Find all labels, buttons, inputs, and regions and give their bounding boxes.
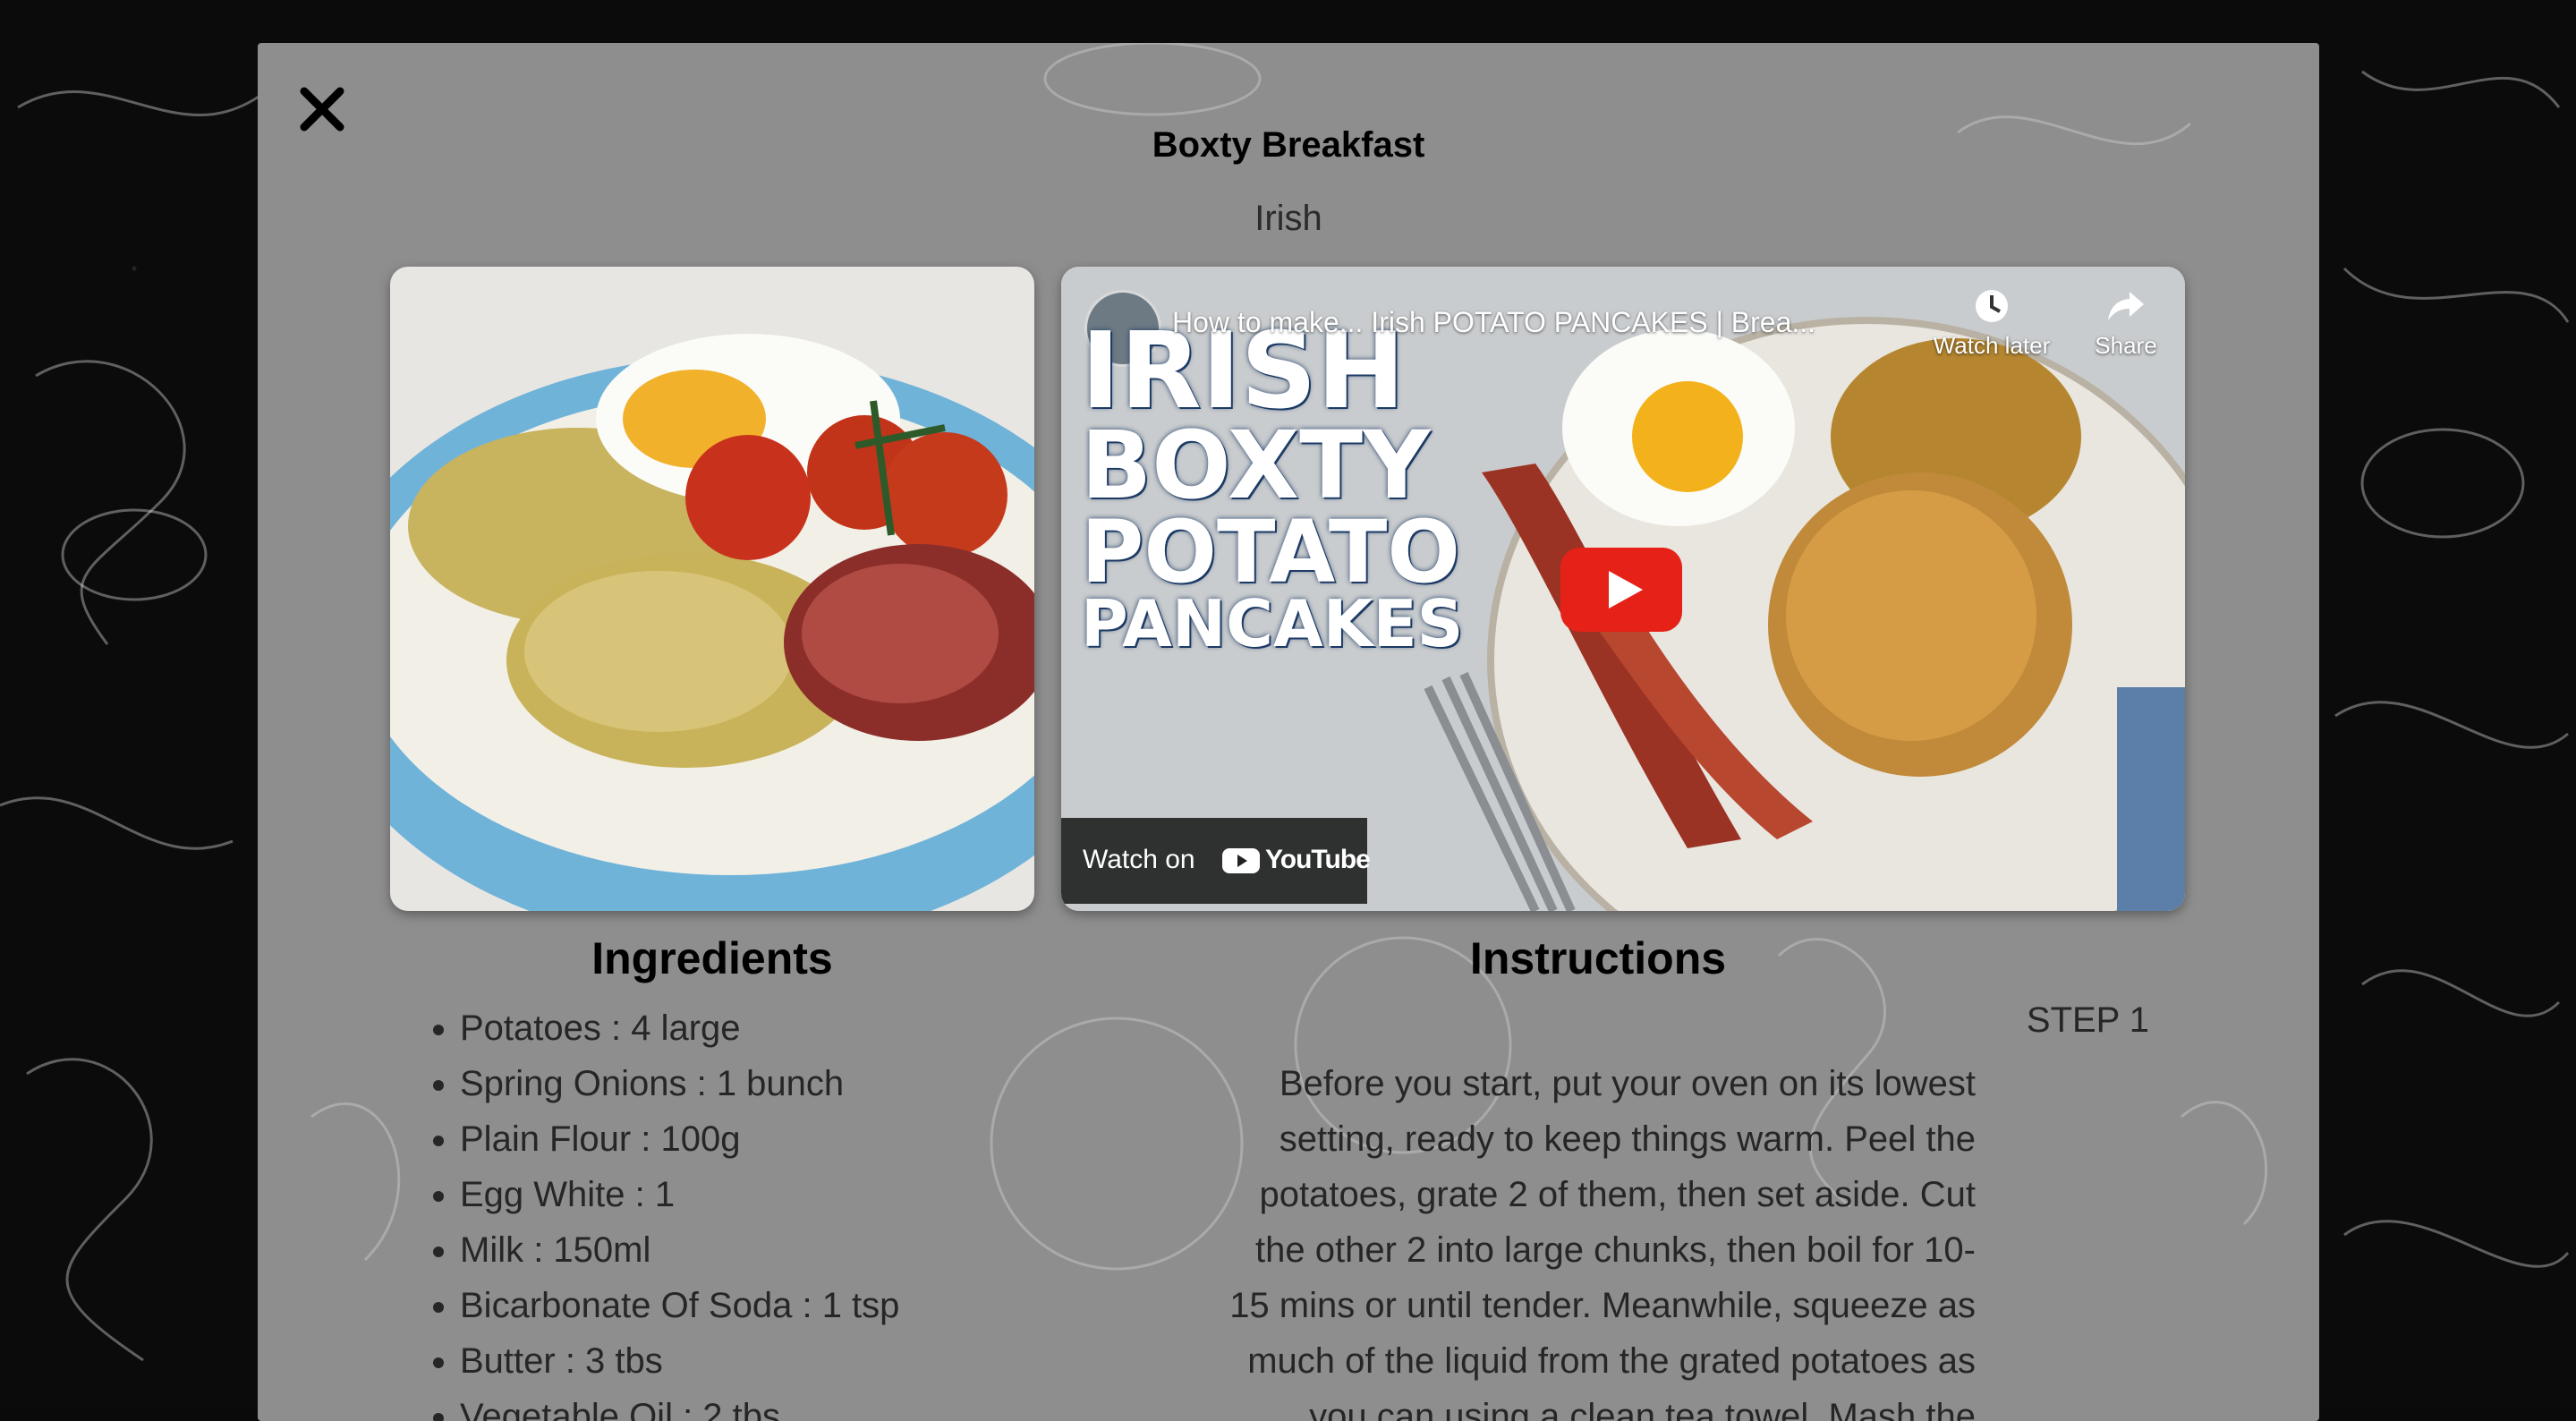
thumbnail-line-4: PANCAKES [1081,586,1464,662]
recipe-title: Boxty Breakfast [1152,125,1425,165]
instructions-heading: Instructions [1469,933,1727,983]
share-arrow-icon [2108,292,2144,320]
ingredient-item: Butter : 3 tbs [460,1333,899,1389]
step-text-line: much of the liquid from the grated potat… [1247,1341,1976,1381]
share-button[interactable]: Share [2090,286,2162,360]
step-text-line: you can using a clean tea towel. Mash th… [1309,1397,1976,1421]
clock-icon [1976,290,2008,322]
recipe-modal: Boxty Breakfast Irish IRISH BOXTY POTATO… [258,43,2319,1421]
step-text-line: Before you start, put your oven on its l… [1279,1064,1976,1103]
ingredients-list: Potatoes : 4 large Spring Onions : 1 bun… [426,1000,899,1421]
ingredient-item: Bicarbonate Of Soda : 1 tsp [460,1278,899,1333]
share-label: Share [2095,332,2157,359]
step-text: Before you start, put your oven on its l… [938,1056,1976,1421]
thumbnail-title-text: IRISH BOXTY POTATO PANCAKES [1081,318,1464,662]
thumbnail-line-2: BOXTY [1081,411,1431,521]
watch-later-label: Watch later [1933,332,2051,359]
ingredient-item: Potatoes : 4 large [460,1000,899,1056]
video-embed[interactable]: IRISH BOXTY POTATO PANCAKES How to make.… [1061,267,2185,911]
ingredient-item: Egg White : 1 [460,1167,899,1222]
recipe-cuisine: Irish [1254,199,1322,238]
step-text-line: the other 2 into large chunks, then boil… [1255,1230,1976,1270]
ingredient-item: Milk : 150ml [460,1222,899,1278]
watch-on-youtube-link[interactable]: Watch on YouTube [1061,818,1371,904]
play-icon [1609,571,1643,608]
youtube-wordmark: YouTube [1265,845,1371,874]
boxty-breakfast-image [390,267,1034,911]
step-text-line: setting, ready to keep things warm. Peel… [1279,1119,1976,1159]
ingredient-item: Spring Onions : 1 bunch [460,1056,899,1111]
step-label: STEP 1 [2026,1000,2149,1040]
step-text-line: potatoes, grate 2 of them, then set asid… [1259,1175,1977,1214]
ingredient-item: Vegetable Oil : 2 tbs [460,1389,899,1421]
recipe-photo [390,267,1034,911]
play-button[interactable] [1560,548,1682,632]
ingredient-item: Plain Flour : 100g [460,1111,899,1167]
video-title[interactable]: How to make... Irish POTATO PANCAKES | B… [1172,306,1815,339]
youtube-logo-icon [1222,848,1260,873]
step-text-line: 15 mins or until tender. Meanwhile, sque… [1229,1286,1976,1325]
watch-on-label: Watch on [1083,845,1195,874]
ingredients-heading: Ingredients [591,933,833,983]
thumbnail-line-3: POTATO [1081,502,1460,603]
watch-later-button[interactable]: Watch later [1920,286,2063,360]
